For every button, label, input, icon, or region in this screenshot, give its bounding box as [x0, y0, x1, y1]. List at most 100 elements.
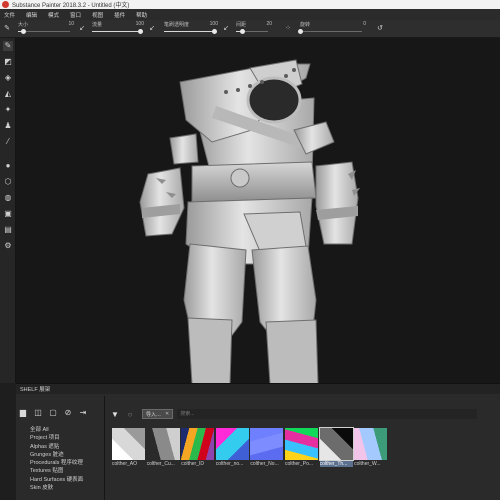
category-grunges[interactable]: Grunges 脏迹 — [30, 451, 83, 459]
flow-label: 流量 — [92, 22, 103, 28]
close-icon[interactable]: ✕ — [165, 411, 169, 417]
category-project[interactable]: Project 项目 — [30, 434, 83, 442]
material-icon[interactable]: ◍ — [3, 193, 13, 203]
import-filter-label: 导入… — [146, 411, 162, 418]
shelf-thumbnail[interactable]: colther_ID — [181, 428, 215, 467]
shelf-thumbnail[interactable]: colther_W... — [354, 428, 388, 467]
brush-icon[interactable]: ✎ — [3, 25, 11, 33]
settings-icon[interactable]: ⚙ — [3, 241, 13, 251]
menu-mode[interactable]: 模式 — [48, 11, 59, 19]
thumbnail-label: colther_Th... — [319, 461, 353, 467]
flow-knob[interactable] — [137, 29, 143, 34]
texture-preview — [354, 428, 388, 460]
flow-value[interactable]: 100 — [136, 21, 144, 27]
geometry-mask-icon[interactable]: ◭ — [3, 89, 13, 99]
thumbnail-label: colther_Po... — [284, 461, 314, 467]
clone-icon[interactable]: ♟ — [3, 121, 13, 131]
shelf-search-input[interactable] — [177, 409, 478, 419]
clear-filters-icon[interactable]: ○ — [124, 410, 136, 419]
shelf-title: SHELF 展架 — [20, 387, 51, 393]
polygon-fill-icon[interactable]: ● — [3, 161, 13, 171]
window-title: Substance Painter 2018.3.2 - Untitled (中… — [12, 3, 130, 9]
menu-edit[interactable]: 编辑 — [26, 11, 37, 19]
category-alphas[interactable]: Alphas 遮贴 — [30, 443, 83, 451]
tool-properties-bar: ✎ 大小 10 ↙ 流量 100 ↙ 笔刷透明度 100 ↙ 间距 20 ⁘ 旋… — [0, 20, 500, 38]
spacing-label: 间距 — [236, 22, 247, 28]
rotation-track[interactable] — [297, 29, 362, 34]
symmetry-icon[interactable]: ⁘ — [284, 25, 292, 33]
menu-file[interactable]: 文件 — [4, 11, 15, 19]
menu-help[interactable]: 帮助 — [136, 11, 147, 19]
size-label: 大小 — [18, 22, 29, 28]
shelf-divider — [104, 396, 105, 500]
category-hard-surfaces[interactable]: Hard Surfaces 硬表面 — [30, 476, 83, 484]
texture-preview — [181, 428, 215, 460]
thumbnail-label: colther_Cu... — [146, 461, 175, 467]
projection-icon[interactable]: ◈ — [3, 73, 13, 83]
pressure-icon-2[interactable]: ↙ — [148, 25, 156, 33]
shelf-header: SHELF 展架 — [16, 384, 500, 394]
menu-window[interactable]: 窗口 — [70, 11, 81, 19]
thumbnail-label: colther_W... — [354, 461, 381, 467]
new-shelf-icon[interactable]: ▢ — [48, 408, 58, 418]
bake-icon[interactable]: ⬡ — [3, 177, 13, 187]
shelf-toolbar: ▆ ◫ ▢ ⊘ ⇥ — [18, 408, 93, 418]
opacity-value[interactable]: 100 — [210, 21, 218, 27]
spacing-knob[interactable] — [239, 29, 245, 34]
opacity-knob[interactable] — [211, 29, 217, 34]
shelf-thumbnail[interactable]: colther_Po... — [284, 428, 318, 467]
texture-preview — [284, 428, 318, 460]
shelf-categories: 全部 All Project 项目 Alphas 遮贴 Grunges 脏迹 P… — [30, 426, 83, 492]
category-skin[interactable]: Skin 皮肤 — [30, 484, 83, 492]
export-icon[interactable]: ⇥ — [78, 408, 88, 418]
size-track[interactable] — [18, 29, 70, 34]
menu-bar: 文件 编辑 模式 窗口 视图 插件 帮助 — [0, 9, 500, 20]
category-all[interactable]: 全部 All — [30, 426, 83, 434]
3d-viewport[interactable] — [16, 38, 500, 383]
opacity-pressure-icon[interactable]: ↙ — [222, 25, 230, 33]
pressure-icon[interactable]: ↙ — [78, 25, 86, 33]
smudge-icon[interactable]: ✦ — [3, 105, 13, 115]
import-filter-chip[interactable]: 导入… ✕ — [142, 409, 174, 419]
size-knob[interactable] — [20, 29, 26, 34]
shelf-thumbnail[interactable]: colther_no... — [215, 428, 249, 467]
hide-icon[interactable]: ⊘ — [63, 408, 73, 418]
eraser-icon[interactable]: ◩ — [3, 57, 13, 67]
rotation-knob[interactable] — [297, 29, 303, 34]
lazy-mouse-icon[interactable]: ↺ — [376, 25, 384, 33]
layer-icon[interactable]: ▣ — [3, 209, 13, 219]
category-textures[interactable]: Textures 贴图 — [30, 467, 83, 475]
spacing-slider[interactable]: 间距 20 — [232, 21, 274, 37]
title-bar: Substance Painter 2018.3.2 - Untitled (中… — [0, 0, 500, 9]
size-value[interactable]: 10 — [68, 21, 74, 27]
shelf-thumbnail[interactable]: colther_AO — [112, 428, 145, 467]
tools-sidebar: ✎ ◩ ◈ ◭ ✦ ♟ ⁄ ● ⬡ ◍ ▣ ▤ ⚙ — [0, 38, 16, 383]
shelf-search-row: ▼ ○ 导入… ✕ — [110, 408, 478, 420]
menu-view[interactable]: 视图 — [92, 11, 103, 19]
rotation-value[interactable]: 0 — [363, 21, 366, 27]
texture-preview — [112, 428, 145, 460]
shelf-thumbnail[interactable]: colther_Th... — [318, 427, 354, 467]
thumbnail-label: colther_no... — [215, 461, 244, 467]
size-slider[interactable]: 大小 10 — [14, 21, 76, 37]
brush-icon[interactable]: ✎ — [3, 41, 13, 51]
texture-preview — [146, 428, 180, 460]
flow-slider[interactable]: 流量 100 — [88, 21, 146, 37]
folder-icon[interactable]: ▆ — [18, 408, 28, 418]
spacing-value[interactable]: 20 — [266, 21, 272, 27]
filter-icon[interactable]: ▼ — [110, 410, 120, 419]
menu-plugins[interactable]: 插件 — [114, 11, 125, 19]
import-icon[interactable]: ◫ — [33, 408, 43, 418]
export-icon[interactable]: ▤ — [3, 225, 13, 235]
armor-model — [139, 59, 360, 383]
shelf-thumbnail[interactable]: colther_No... — [250, 428, 284, 467]
color-picker-icon[interactable]: ⁄ — [3, 137, 13, 147]
category-procedurals[interactable]: Procedurals 程序纹理 — [30, 459, 83, 467]
rotation-slider[interactable]: 旋转 0 — [296, 21, 368, 37]
shelf-thumbnail[interactable]: colther_Cu... — [146, 428, 180, 467]
thumbnail-label: colther_No... — [250, 461, 279, 467]
opacity-slider[interactable]: 笔刷透明度 100 — [160, 21, 220, 37]
opacity-track[interactable] — [164, 29, 217, 34]
flow-track[interactable] — [92, 29, 143, 34]
spacing-track[interactable] — [236, 29, 268, 34]
